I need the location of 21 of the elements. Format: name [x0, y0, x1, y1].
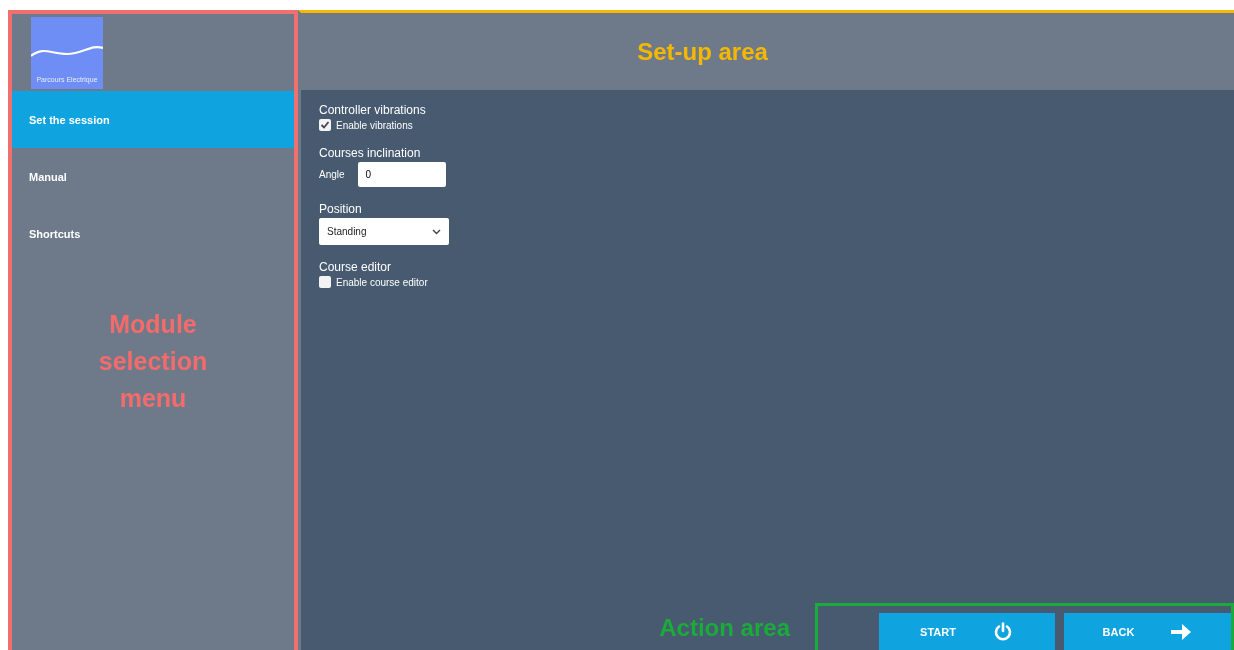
- dropdown[interactable]: Standing: [319, 218, 449, 245]
- setting-title: Course editor: [319, 260, 393, 274]
- checkbox[interactable]: [319, 276, 331, 288]
- checkbox[interactable]: [319, 119, 331, 131]
- chevron-down-icon: [432, 228, 441, 235]
- annotation-label: Module selection menu: [97, 309, 209, 414]
- sidebar-item[interactable]: Manual: [12, 148, 294, 205]
- input-field[interactable]: 0: [357, 162, 446, 187]
- annotation-label: Set-up area: [637, 37, 768, 66]
- field-label: Angle: [319, 169, 345, 180]
- setting-title: Controller vibrations: [319, 103, 427, 117]
- checkbox-label: Enable vibrations: [336, 119, 413, 131]
- sidebar-item[interactable]: Shortcuts: [12, 205, 294, 262]
- arrow-right-icon: [1170, 621, 1193, 642]
- checkbox-label: Enable course editor: [336, 276, 428, 288]
- annotation-label: Action area: [659, 614, 790, 642]
- back-button[interactable]: BACK: [1064, 613, 1231, 650]
- start-button[interactable]: START: [879, 613, 1055, 650]
- setting-title: Position: [319, 202, 363, 216]
- setting-title: Courses inclination: [319, 146, 422, 160]
- sidebar-item[interactable]: Set the session: [12, 91, 294, 148]
